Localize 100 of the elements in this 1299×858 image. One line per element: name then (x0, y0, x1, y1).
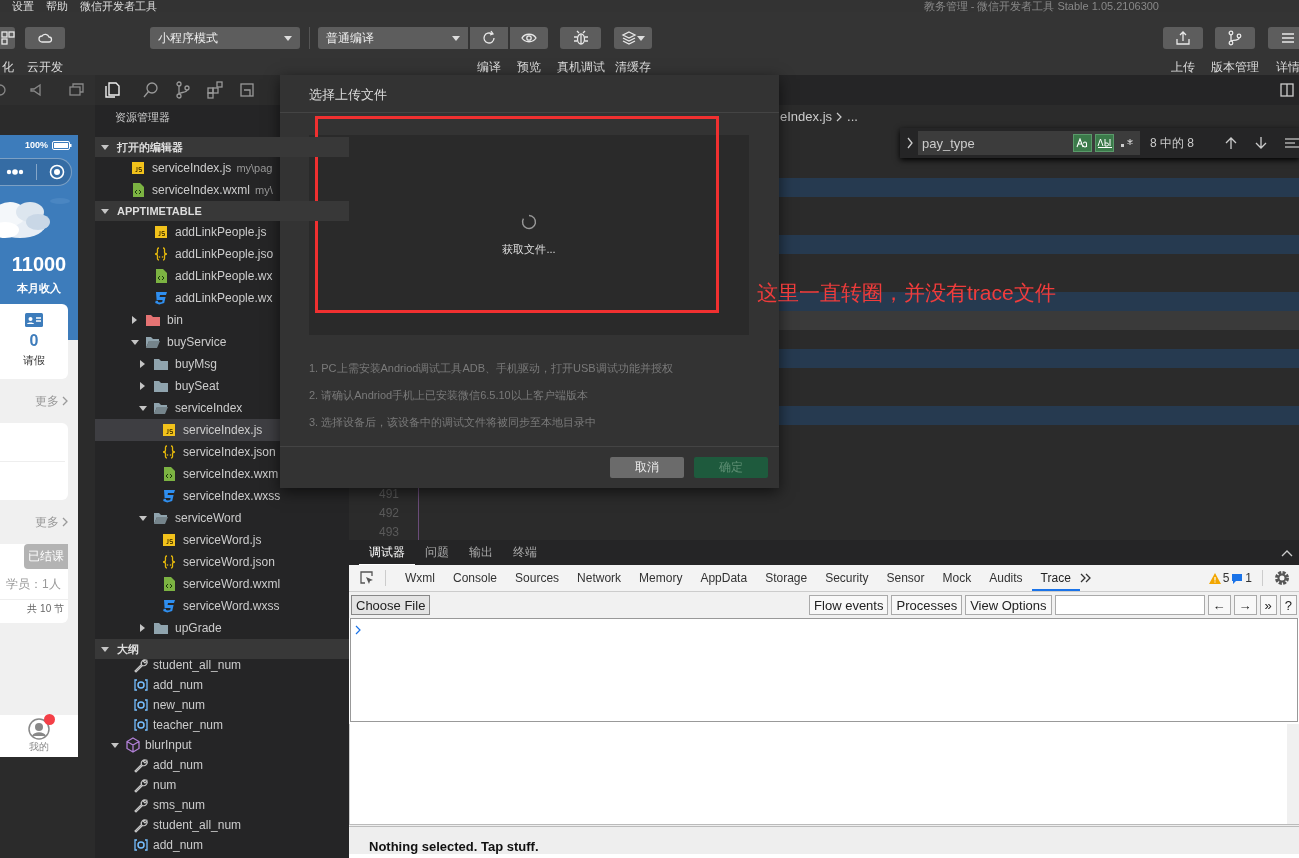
devtools-tab[interactable]: AppData (691, 565, 757, 591)
devtools-tab[interactable]: Storage (756, 565, 817, 591)
toolbar-button[interactable] (470, 27, 508, 49)
match-case-toggle[interactable] (1073, 134, 1092, 152)
document-icon (153, 268, 169, 284)
toolbar-button[interactable]: Flow events (809, 595, 889, 615)
find-field[interactable]: pay_type (918, 131, 1140, 155)
button-label: 上传 (1171, 60, 1195, 74)
file-item[interactable]: serviceIndex.json (95, 441, 349, 463)
breadcrumb-item[interactable]: ... (847, 109, 858, 124)
panel-title: 资源管理器 (114, 110, 171, 125)
nav-button[interactable]: ? (1279, 595, 1297, 615)
folder-item[interactable]: serviceWord (95, 507, 349, 529)
js-file-icon (161, 422, 177, 438)
toolbar-button[interactable] (560, 27, 601, 49)
outline-item[interactable]: add_num (95, 675, 349, 695)
nav-button[interactable]: ← (1207, 595, 1231, 615)
file-item[interactable]: serviceWord.js (95, 529, 349, 551)
button-label: 化 (1, 60, 14, 74)
folder-item[interactable]: bin (95, 309, 349, 331)
panel-tab[interactable]: 输出 (459, 540, 503, 565)
outline-item[interactable]: blurInput (95, 735, 349, 755)
outline-item[interactable]: teacher_num (95, 715, 349, 735)
devtools-tab[interactable]: Network (568, 565, 631, 591)
whole-word-toggle[interactable] (1095, 134, 1114, 152)
menu-item[interactable]: 设置 (12, 0, 34, 12)
file-item[interactable]: addLinkPeople.wx (95, 265, 349, 287)
arrow-down-icon (1254, 136, 1269, 150)
caret-icon (284, 35, 292, 41)
open-editor-item[interactable]: serviceIndex.js my\pag (95, 157, 349, 179)
chevron-right-icon (62, 517, 68, 527)
toolbar-button[interactable] (510, 27, 548, 49)
nav-button[interactable]: → (1233, 595, 1257, 615)
panel-icon (239, 82, 255, 98)
outline-item[interactable]: num (95, 775, 349, 795)
devtools-tab[interactable]: Memory (630, 565, 692, 591)
menu-item[interactable]: 微信开发者工具 (80, 0, 157, 12)
tab-label[interactable]: 我的 (29, 740, 49, 754)
open-folder-icon (153, 510, 169, 526)
outline-item[interactable]: student_all_num (95, 815, 349, 835)
mode-dropdown[interactable]: 小程序模式 (150, 27, 300, 49)
choose-file-button[interactable]: Choose File (351, 595, 431, 615)
devtools-tab[interactable]: Console (444, 565, 507, 591)
file-item[interactable]: addLinkPeople.js (95, 221, 349, 243)
toolbar-button[interactable]: Processes (891, 595, 963, 615)
open-editor-item[interactable]: serviceIndex.wxml my\ (95, 179, 349, 201)
cancel-button[interactable]: 取消 (610, 457, 684, 478)
file-item[interactable]: serviceWord.json (95, 551, 349, 573)
braces-icon (161, 444, 177, 460)
nav-button[interactable]: » (1259, 595, 1277, 615)
toolbar-button[interactable] (614, 27, 652, 49)
devtools-tab[interactable]: Security (816, 565, 878, 591)
devtools-tab[interactable]: Audits (980, 565, 1032, 591)
info-count: 1 (1245, 571, 1252, 585)
devtools-tab[interactable]: Sensor (877, 565, 934, 591)
chevron-right-icon (62, 396, 68, 406)
spinner-icon (521, 213, 537, 230)
outline-item[interactable]: add_num (95, 755, 349, 775)
file-item[interactable]: addLinkPeople.jso (95, 243, 349, 265)
toolbar-button[interactable] (1268, 27, 1299, 49)
caret-icon (452, 35, 460, 41)
panel-tab[interactable]: 问题 (415, 540, 459, 565)
target-icon (49, 164, 65, 180)
file-item[interactable]: serviceIndex.wxm (95, 463, 349, 485)
outline-item[interactable]: sms_num (95, 795, 349, 815)
toolbar-button[interactable]: View Options (965, 595, 1052, 615)
search-field[interactable] (1054, 595, 1205, 615)
window-title: 教务管理 - 微信开发者工具 Stable 1.05.2106300 (923, 0, 1159, 12)
folder-item[interactable]: upGrade (95, 617, 349, 639)
folder-icon (153, 620, 169, 636)
compile-dropdown[interactable]: 普通编译 (318, 27, 468, 49)
income-label: 本月收入 (16, 281, 62, 296)
devtools-tab[interactable]: Wxml (396, 565, 444, 591)
leave-label: 请假 (23, 353, 45, 368)
menu-item[interactable]: 帮助 (46, 0, 68, 12)
outline-item[interactable]: add_num (95, 835, 349, 855)
devtools-tab[interactable]: Sources (506, 565, 569, 591)
wrench-icon (133, 657, 149, 673)
section-header[interactable]: 打开的编辑器 (95, 137, 349, 157)
devtools-tab[interactable]: Mock (933, 565, 981, 591)
regex-icon (1119, 138, 1134, 148)
section-header[interactable]: APPTIMETABLE (95, 201, 349, 221)
outline-item[interactable]: new_num (95, 695, 349, 715)
capsule-button[interactable] (0, 158, 72, 186)
file-item[interactable]: serviceWord.wxml (95, 573, 349, 595)
breadcrumb-item[interactable]: eIndex.js (780, 109, 833, 124)
panel-tab[interactable]: 终端 (503, 540, 547, 565)
toolbar-button[interactable] (1215, 27, 1255, 49)
student-count: 学员：1人 (5, 576, 61, 593)
toolbar-button[interactable] (25, 27, 65, 49)
file-item[interactable]: serviceIndex.wxss (95, 485, 349, 507)
file-item[interactable]: addLinkPeople.wx (95, 287, 349, 309)
section-header[interactable]: 大纲 (95, 639, 349, 659)
toolbar-button[interactable] (1163, 27, 1203, 49)
file-item[interactable]: serviceWord.wxss (95, 595, 349, 617)
toolbar-button[interactable] (0, 27, 15, 49)
folder-item[interactable]: buyService (95, 331, 349, 353)
js-file-icon (130, 160, 146, 176)
speaker-icon (29, 83, 43, 97)
warning-icon (1208, 572, 1221, 584)
